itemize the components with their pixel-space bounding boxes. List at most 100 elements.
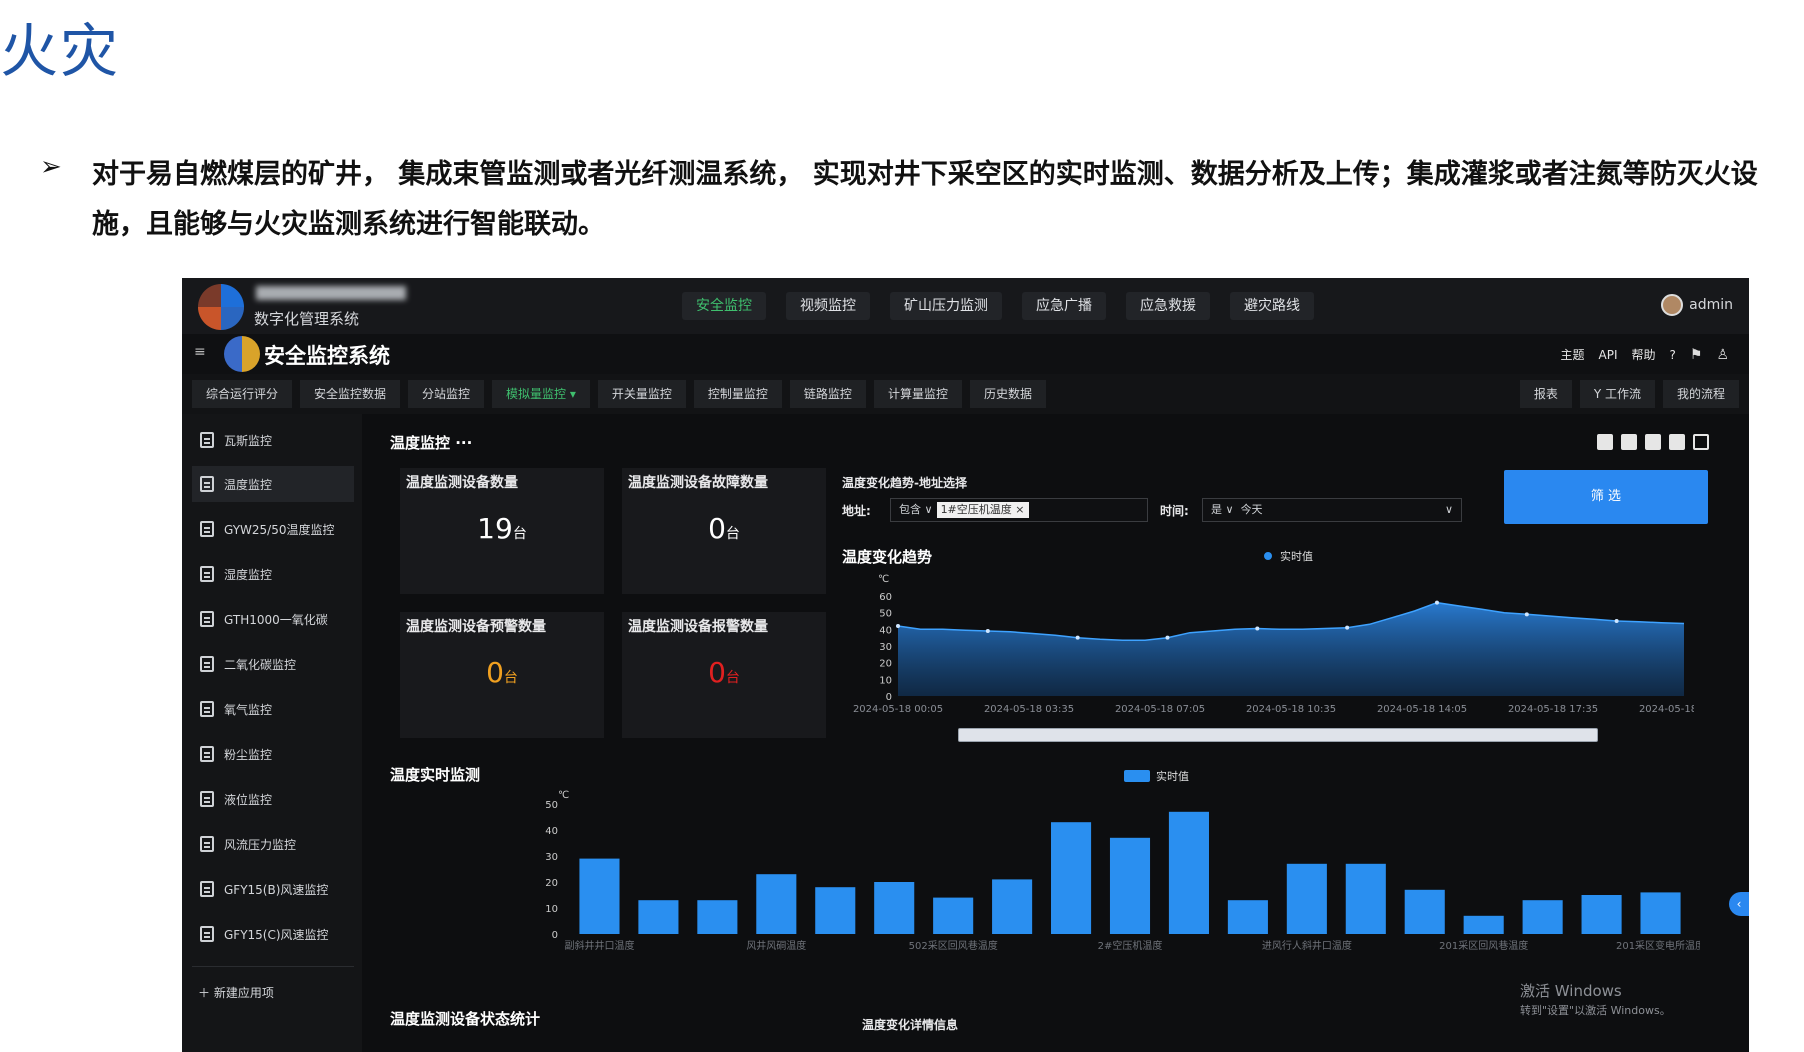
tab-link[interactable]: 链路监控: [789, 380, 866, 408]
bar: [1286, 863, 1327, 934]
list-icon: [200, 746, 214, 762]
link-help[interactable]: 帮助: [1631, 346, 1655, 363]
tab-switch[interactable]: 开关量监控: [597, 380, 686, 408]
x-tick-label: 2024-05-18 03:35: [984, 704, 1074, 715]
sidebar-item[interactable]: 湿度监控: [192, 556, 354, 592]
sidebar-divider: [192, 966, 354, 967]
sidebar-item[interactable]: 风流压力监控: [192, 826, 354, 862]
bar: [933, 897, 974, 934]
tab-substation[interactable]: 分站监控: [408, 380, 485, 408]
layout-nine-icon[interactable]: [1669, 434, 1685, 450]
nav-video[interactable]: 视频监控: [786, 292, 870, 320]
nav-broadcast[interactable]: 应急广播: [1022, 292, 1106, 320]
trend-point: [896, 624, 900, 628]
bar: [1227, 900, 1268, 934]
redacted-logo-text: [256, 286, 406, 300]
x-tick-label: 502采区回风巷温度: [909, 939, 998, 952]
sidebar-item[interactable]: 液位监控: [192, 781, 354, 817]
detail-title: 温度变化详情信息: [862, 1018, 959, 1032]
x-tick-label: 201采区回风巷温度: [1439, 939, 1528, 952]
link-api[interactable]: API: [1599, 348, 1618, 362]
tab-analog[interactable]: 模拟量监控 ▾: [492, 380, 590, 408]
top-bar: 数字化管理系统 安全监控 视频监控 矿山压力监测 应急广播 应急救援 避灾路线 …: [182, 278, 1749, 334]
y-tick-label: 20: [545, 878, 558, 889]
sidebar-item-label: 液位监控: [224, 792, 273, 807]
sidebar-item[interactable]: 氧气监控: [192, 691, 354, 727]
sidebar-item[interactable]: GYW25/50温度监控: [192, 511, 354, 547]
x-tick-label: 2024-05-18 07:05: [1115, 704, 1205, 715]
bar: [579, 858, 620, 934]
y-tick-label: 10: [545, 904, 558, 915]
sidebar-item[interactable]: GFY15(B)风速监控: [192, 871, 354, 907]
y-tick-label: 30: [879, 642, 892, 653]
sidebar-item[interactable]: 温度监控: [192, 466, 354, 502]
bar: [1640, 892, 1681, 934]
y-tick-label: 0: [886, 692, 892, 703]
tab-workflow[interactable]: Y 工作流: [1579, 380, 1655, 408]
tab-safety-data[interactable]: 安全监控数据: [300, 380, 401, 408]
sidebar-item[interactable]: GTH1000一氧化碳: [192, 601, 354, 637]
layout-quad-icon[interactable]: [1645, 434, 1661, 450]
layout-grid-icon[interactable]: [1597, 434, 1613, 450]
avatar: [1661, 294, 1684, 316]
sidebar-item[interactable]: 二氧化碳监控: [192, 646, 354, 682]
bar: [992, 879, 1033, 934]
nav-pressure[interactable]: 矿山压力监测: [890, 292, 1002, 320]
tab-control[interactable]: 控制量监控: [693, 380, 782, 408]
bar: [1168, 811, 1209, 934]
x-tick-label: 2024-05-18 14:05: [1377, 704, 1467, 715]
sidebar-item-label: 氧气监控: [224, 702, 273, 717]
list-icon: [200, 791, 214, 807]
y-tick-label: 50: [545, 800, 558, 811]
nav-route[interactable]: 避灾路线: [1230, 292, 1314, 320]
list-icon: [200, 566, 214, 582]
collapse-arrow-icon[interactable]: ‹: [1729, 892, 1749, 916]
fullscreen-icon[interactable]: [1693, 434, 1709, 450]
trend-title: 温度变化趋势: [842, 548, 932, 566]
sidebar-item[interactable]: 粉尘监控: [192, 736, 354, 772]
nav-rescue[interactable]: 应急救援: [1126, 292, 1210, 320]
sidebar-item-label: GFY15(B)风速监控: [224, 882, 329, 897]
user-menu[interactable]: admin: [1661, 294, 1733, 316]
list-icon: [200, 432, 214, 448]
bar-chart-title: 温度实时监测: [390, 766, 480, 784]
x-tick-label: 进风行人斜井口温度: [1262, 939, 1352, 952]
tab-my-flow[interactable]: 我的流程: [1662, 380, 1739, 408]
y-tick-label: 30: [545, 852, 558, 863]
notification-icon[interactable]: ⚑: [1690, 347, 1703, 363]
sidebar-item[interactable]: 瓦斯监控: [192, 422, 354, 458]
menu-icon[interactable]: ≡: [194, 344, 206, 360]
legend-marker: [1264, 552, 1272, 560]
list-icon: [200, 926, 214, 942]
tab-score[interactable]: 综合运行评分: [192, 380, 293, 408]
layout-single-icon[interactable]: [1621, 434, 1637, 450]
card-device-count: 温度监测设备数量 19台: [400, 468, 604, 594]
user-icon[interactable]: ♙: [1716, 347, 1729, 363]
card-label: 温度监测设备预警数量: [406, 619, 546, 635]
address-tag[interactable]: 1#空压机温度 ×: [936, 502, 1029, 518]
main-nav: 安全监控 视频监控 矿山压力监测 应急广播 应急救援 避灾路线: [682, 292, 1314, 320]
time-select[interactable]: 是 ∨ 今天 ∨: [1202, 498, 1462, 522]
y-tick-label: 10: [879, 675, 892, 686]
nav-safety[interactable]: 安全监控: [682, 292, 766, 320]
link-theme[interactable]: 主题: [1560, 346, 1584, 363]
trend-point: [985, 629, 990, 633]
trend-point: [1345, 625, 1350, 630]
sidebar-item[interactable]: GFY15(C)风速监控: [192, 916, 354, 952]
legend-label: 实时值: [1156, 769, 1189, 783]
filter-button[interactable]: 筛 选: [1504, 470, 1708, 524]
card-value: 0台: [708, 656, 740, 689]
tab-compute[interactable]: 计算量监控: [873, 380, 962, 408]
add-app-button[interactable]: ＋ 新建应用项: [198, 984, 274, 1001]
help-icon[interactable]: ?: [1670, 348, 1676, 362]
doc-heading: 火灾: [0, 17, 121, 85]
x-tick-label: 2024-05-18 21:05: [1639, 704, 1694, 715]
tab-report[interactable]: 报表: [1519, 380, 1572, 408]
legend-label: 实时值: [1280, 549, 1313, 563]
chart-range-slider[interactable]: [958, 728, 1598, 742]
tab-history[interactable]: 历史数据: [969, 380, 1046, 408]
card-alarm-count: 温度监测设备报警数量 0台: [622, 612, 826, 738]
address-select[interactable]: 包含 ∨ 1#空压机温度 ×: [890, 498, 1148, 522]
activation-watermark: 激活 Windows: [1520, 982, 1622, 1000]
system-logo-icon: [224, 336, 260, 372]
